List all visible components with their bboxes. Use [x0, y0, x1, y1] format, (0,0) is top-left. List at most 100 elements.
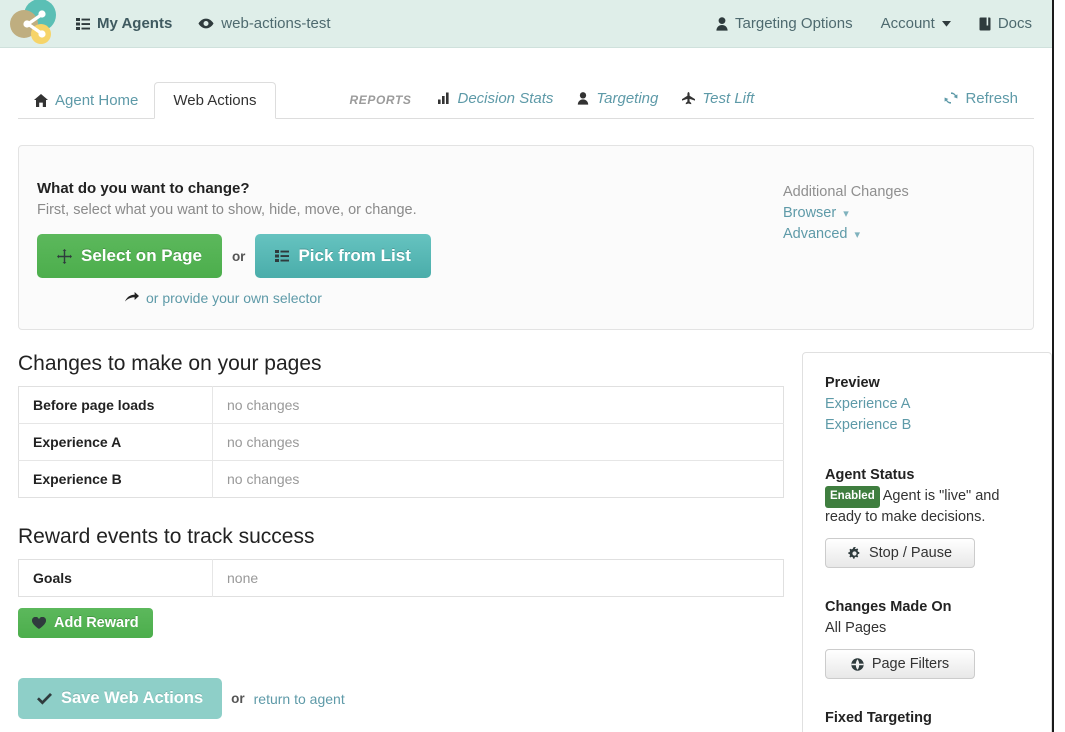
top-header-bar: My Agents web-actions-test Targeting Opt… — [0, 0, 1052, 48]
what-to-change-panel: What do you want to change? First, selec… — [18, 145, 1034, 330]
row-value[interactable]: none — [213, 560, 784, 597]
tab-web-actions[interactable]: Web Actions — [154, 82, 276, 119]
pick-from-list-label: Pick from List — [298, 246, 411, 265]
person-icon — [577, 91, 589, 105]
nav-targeting-options-label: Targeting Options — [735, 15, 853, 32]
nav-agent-name[interactable]: web-actions-test — [198, 15, 331, 32]
arrow-curve-icon — [125, 292, 139, 304]
chevron-down-icon: ▾ — [843, 208, 849, 220]
logo-wrapper — [0, 0, 62, 48]
row-value[interactable]: no changes — [212, 423, 784, 461]
bar-chart-icon — [437, 92, 451, 104]
select-on-page-button[interactable]: Select on Page — [37, 234, 222, 278]
nav-docs[interactable]: Docs — [979, 15, 1032, 32]
agent-status-line: Enabled Agent is "live" and ready to make… — [825, 486, 1031, 527]
preview-experience-b[interactable]: Experience B — [825, 415, 1031, 436]
sidebar-column: Preview Experience A Experience B Agent … — [802, 352, 1052, 732]
nav-account[interactable]: Account — [881, 15, 951, 32]
tab-decision-stats[interactable]: Decision Stats — [426, 80, 566, 116]
save-web-actions-label: Save Web Actions — [61, 689, 204, 707]
panel-button-row: Select on Page or Pick from List — [37, 234, 783, 278]
tab-bar: Agent Home Web Actions REPORTS Decision … — [18, 71, 1034, 119]
chevron-down-icon — [941, 20, 951, 27]
preview-title: Preview — [825, 375, 880, 391]
advanced-dropdown[interactable]: Advanced ▾ — [783, 224, 1013, 245]
nav-my-agents[interactable]: My Agents — [76, 15, 172, 32]
pick-from-list-button[interactable]: Pick from List — [255, 234, 431, 278]
changes-made-on-value: All Pages — [825, 620, 887, 636]
main-column: Changes to make on your pages Before pag… — [18, 352, 784, 719]
save-or-separator: or — [231, 691, 245, 706]
gear-icon — [848, 546, 861, 560]
row-key: Goals — [18, 559, 213, 597]
own-selector-row: or provide your own selector — [125, 290, 783, 309]
top-nav-left: My Agents web-actions-test — [76, 15, 331, 32]
own-selector-link[interactable]: or provide your own selector — [125, 290, 322, 306]
rewards-section-title: Reward events to track success — [18, 525, 315, 548]
eye-icon — [198, 18, 214, 29]
add-reward-label: Add Reward — [54, 615, 139, 631]
table-row: Experience A no changes — [18, 423, 784, 461]
table-row: Experience B no changes — [18, 460, 784, 498]
own-selector-label: or provide your own selector — [146, 290, 322, 306]
row-value[interactable]: no changes — [212, 460, 784, 498]
nav-docs-label: Docs — [997, 15, 1032, 32]
content-columns: Changes to make on your pages Before pag… — [18, 352, 1052, 732]
changes-made-on-title: Changes Made On — [825, 599, 952, 615]
page-filters-label: Page Filters — [871, 656, 950, 672]
tab-agent-home[interactable]: Agent Home — [18, 82, 154, 118]
person-icon — [716, 16, 728, 31]
refresh-icon — [944, 91, 958, 105]
refresh-label: Refresh — [965, 89, 1018, 107]
fixed-targeting-title: Fixed Targeting — [825, 710, 932, 726]
tab-web-actions-label: Web Actions — [173, 92, 257, 109]
row-key: Before page loads — [18, 386, 213, 424]
return-to-agent-link[interactable]: return to agent — [254, 691, 345, 707]
row-key: Experience B — [18, 460, 213, 498]
tab-test-lift[interactable]: Test Lift — [670, 80, 766, 116]
nav-account-label: Account — [880, 15, 935, 32]
browser-dropdown[interactable]: Browser ▾ — [783, 203, 1013, 224]
changes-section-title: Changes to make on your pages — [18, 352, 322, 375]
book-icon — [979, 17, 991, 31]
agent-status-title: Agent Status — [825, 467, 915, 483]
stop-pause-label: Stop / Pause — [868, 545, 953, 561]
save-row: Save Web Actions or return to agent — [18, 678, 784, 719]
table-row: Before page loads no changes — [18, 386, 784, 424]
row-key: Experience A — [18, 423, 213, 461]
select-on-page-label: Select on Page — [81, 246, 202, 265]
nav-agent-name-label: web-actions-test — [221, 15, 331, 32]
window-right-edge — [1052, 0, 1065, 732]
nav-targeting-options[interactable]: Targeting Options — [716, 15, 853, 32]
tab-test-lift-label: Test Lift — [702, 89, 755, 107]
top-nav-right: Targeting Options Account Docs — [716, 15, 1052, 32]
page-filters-button[interactable]: Page Filters — [825, 649, 975, 679]
advanced-label: Advanced — [783, 226, 848, 242]
tab-decision-stats-label: Decision Stats — [457, 89, 554, 107]
list-icon — [275, 250, 290, 262]
check-icon — [37, 692, 52, 705]
changes-table: Before page loads no changes Experience … — [18, 386, 784, 498]
stop-pause-button[interactable]: Stop / Pause — [825, 538, 975, 568]
table-row: Goals none — [18, 559, 784, 597]
additional-changes-title: Additional Changes — [783, 184, 909, 200]
refresh-button[interactable]: Refresh — [928, 80, 1034, 116]
tab-agent-home-label: Agent Home — [55, 91, 139, 109]
nav-my-agents-label: My Agents — [97, 15, 173, 32]
save-web-actions-button[interactable]: Save Web Actions — [18, 678, 223, 719]
tab-targeting-label: Targeting — [596, 89, 659, 107]
brand-logo-icon[interactable] — [8, 0, 60, 48]
panel-left: What do you want to change? First, selec… — [37, 180, 783, 329]
chevron-down-icon: ▾ — [854, 229, 861, 241]
status-badge: Enabled — [825, 486, 880, 508]
preview-experience-a[interactable]: Experience A — [825, 394, 1031, 415]
row-value[interactable]: no changes — [213, 387, 784, 424]
tab-targeting[interactable]: Targeting — [565, 80, 670, 116]
move-icon — [57, 248, 72, 264]
panel-title: What do you want to change? — [37, 180, 250, 197]
list-icon — [76, 17, 90, 30]
rewards-table: Goals none — [18, 559, 784, 597]
add-reward-button[interactable]: Add Reward — [18, 608, 153, 638]
app-root: My Agents web-actions-test Targeting Opt… — [0, 0, 1065, 732]
home-icon — [34, 93, 48, 107]
